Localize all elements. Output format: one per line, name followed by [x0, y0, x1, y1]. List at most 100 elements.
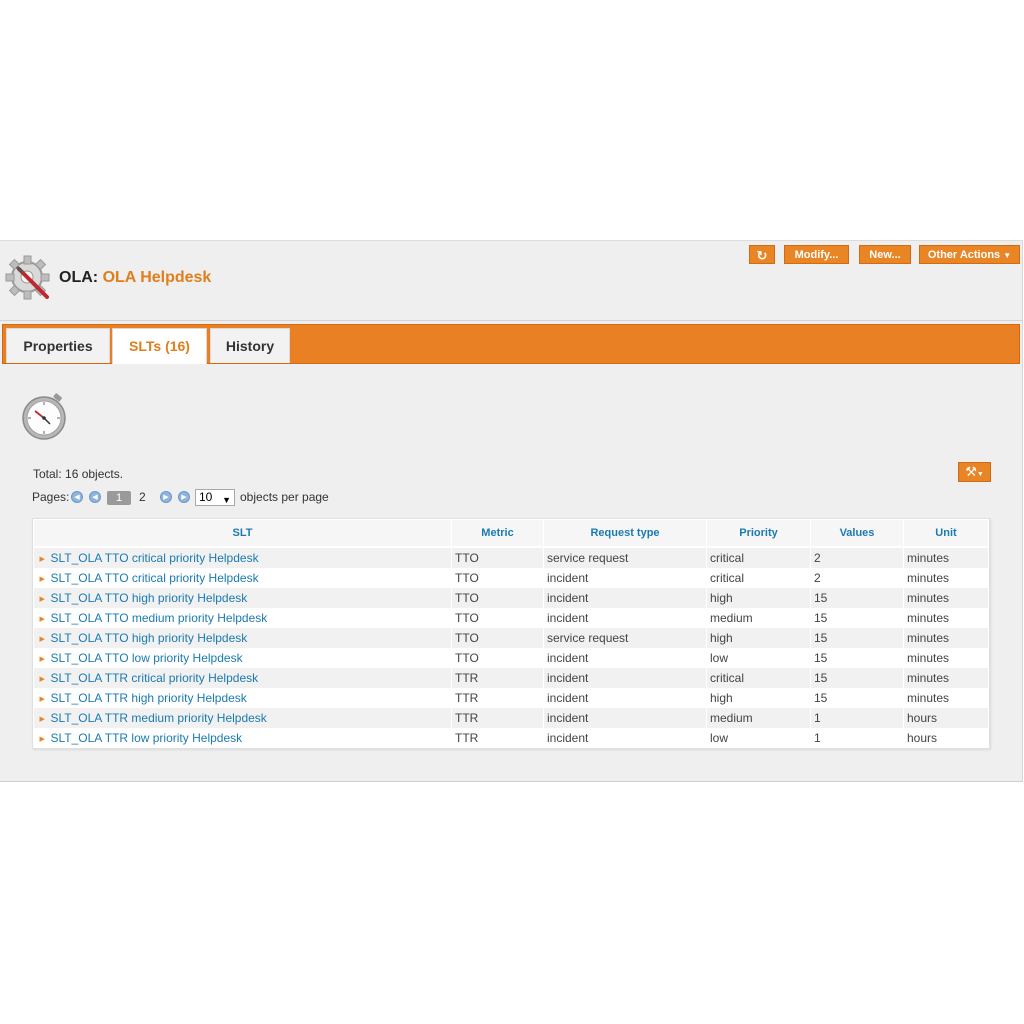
bullet-icon: ▶ — [39, 575, 45, 583]
refresh-button[interactable]: ↻ — [749, 245, 775, 264]
slt-link[interactable]: SLT_OLA TTO medium priority Helpdesk — [51, 611, 268, 625]
table-row: ▶ SLT_OLA TTR high priority Helpdesk TTR in… — [33, 688, 989, 708]
chevron-down-icon: ▼ — [976, 471, 984, 478]
metric-cell: TTR — [451, 708, 544, 728]
values-cell: 2 — [810, 547, 904, 568]
slt-cell: ▶ SLT_OLA TTO medium priority Helpdesk — [33, 608, 452, 628]
slt-link[interactable]: SLT_OLA TTO high priority Helpdesk — [51, 591, 248, 605]
table-row: ▶ SLT_OLA TTO high priority Helpdesk TTO se… — [33, 628, 989, 648]
values-cell: 15 — [810, 688, 904, 708]
slt-cell: ▶ SLT_OLA TTO high priority Helpdesk — [33, 588, 452, 608]
slt-table-container: SLT Metric Request type Priority Values … — [32, 518, 990, 749]
slt-link[interactable]: SLT_OLA TTR critical priority Helpdesk — [51, 671, 259, 685]
priority-cell: critical — [706, 668, 811, 688]
total-count: Total: 16 objects. — [33, 467, 124, 481]
new-button[interactable]: New... — [859, 245, 911, 264]
column-header-slt[interactable]: SLT — [33, 519, 452, 548]
slt-link[interactable]: SLT_OLA TTR low priority Helpdesk — [51, 731, 243, 745]
object-class-label: OLA: — [59, 269, 99, 286]
table-row: ▶ SLT_OLA TTO low priority Helpdesk TTO inc… — [33, 648, 989, 668]
previous-page-button[interactable]: ◀ — [89, 491, 101, 503]
metric-cell: TTO — [451, 648, 544, 668]
table-row: ▶ SLT_OLA TTR critical priority Helpdesk T… — [33, 668, 989, 688]
slt-cell: ▶ SLT_OLA TTR high priority Helpdesk — [33, 688, 452, 708]
slt-cell: ▶ SLT_OLA TTR medium priority Helpdesk — [33, 708, 452, 728]
priority-cell: medium — [706, 708, 811, 728]
column-header-priority[interactable]: Priority — [706, 519, 811, 548]
header-divider — [0, 320, 1022, 321]
unit-cell: minutes — [903, 568, 989, 588]
slt-cell: ▶ SLT_OLA TTO critical priority Helpdesk — [33, 547, 452, 568]
slt-table: SLT Metric Request type Priority Values … — [33, 519, 989, 748]
slt-cell: ▶ SLT_OLA TTO high priority Helpdesk — [33, 628, 452, 648]
tab-slts[interactable]: SLTs (16) — [112, 328, 207, 364]
refresh-icon: ↻ — [756, 248, 768, 263]
table-header-row: SLT Metric Request type Priority Values … — [33, 519, 989, 548]
slt-link[interactable]: SLT_OLA TTR medium priority Helpdesk — [51, 711, 267, 725]
request-type-cell: incident — [543, 708, 707, 728]
column-header-metric[interactable]: Metric — [451, 519, 544, 548]
metric-cell: TTO — [451, 588, 544, 608]
metric-cell: TTR — [451, 688, 544, 708]
per-page-select[interactable]: 10 ▼ — [195, 489, 235, 506]
next-page-button[interactable]: ▶ — [160, 491, 172, 503]
page-2-link[interactable]: 2 — [139, 490, 146, 504]
bullet-icon: ▶ — [39, 615, 45, 623]
column-header-values[interactable]: Values — [810, 519, 904, 548]
stopwatch-icon — [22, 393, 66, 440]
column-header-request-type[interactable]: Request type — [543, 519, 707, 548]
per-page-label: objects per page — [240, 490, 329, 504]
values-cell: 15 — [810, 628, 904, 648]
pagination: Pages: ◀ ◀ 1 2 ▶ ▶ 10 ▼ objects per page — [32, 489, 352, 507]
list-tools-button[interactable]: ⚒▼ — [958, 462, 991, 482]
unit-cell: minutes — [903, 688, 989, 708]
chevron-down-icon: ▼ — [1003, 251, 1012, 260]
values-cell: 1 — [810, 708, 904, 728]
request-type-cell: incident — [543, 688, 707, 708]
unit-cell: minutes — [903, 628, 989, 648]
slt-link[interactable]: SLT_OLA TTO critical priority Helpdesk — [51, 551, 259, 565]
slt-link[interactable]: SLT_OLA TTO low priority Helpdesk — [51, 651, 243, 665]
bullet-icon: ▶ — [39, 635, 45, 643]
details-panel: OLA: OLA Helpdesk ↻ Modify... New... Oth… — [0, 240, 1023, 782]
unit-cell: minutes — [903, 608, 989, 628]
modify-button[interactable]: Modify... — [784, 245, 849, 264]
request-type-cell: incident — [543, 568, 707, 588]
bullet-icon: ▶ — [39, 655, 45, 663]
slt-link[interactable]: SLT_OLA TTO high priority Helpdesk — [51, 631, 248, 645]
unit-cell: minutes — [903, 588, 989, 608]
slt-link[interactable]: SLT_OLA TTR high priority Helpdesk — [51, 691, 247, 705]
values-cell: 15 — [810, 608, 904, 628]
table-row: ▶ SLT_OLA TTO medium priority Helpdesk TTO… — [33, 608, 989, 628]
gear-wrench-icon — [5, 255, 50, 300]
tab-properties[interactable]: Properties — [6, 328, 110, 363]
priority-cell: high — [706, 628, 811, 648]
first-page-button[interactable]: ◀ — [71, 491, 83, 503]
metric-cell: TTR — [451, 668, 544, 688]
bullet-icon: ▶ — [39, 555, 45, 563]
metric-cell: TTO — [451, 628, 544, 648]
priority-cell: critical — [706, 547, 811, 568]
priority-cell: low — [706, 648, 811, 668]
priority-cell: high — [706, 588, 811, 608]
column-header-unit[interactable]: Unit — [903, 519, 989, 548]
slt-cell: ▶ SLT_OLA TTO low priority Helpdesk — [33, 648, 452, 668]
current-page: 1 — [107, 491, 131, 505]
request-type-cell: service request — [543, 547, 707, 568]
priority-cell: medium — [706, 608, 811, 628]
other-actions-button[interactable]: Other Actions ▼ — [919, 245, 1020, 264]
last-page-button[interactable]: ▶ — [178, 491, 190, 503]
bullet-icon: ▶ — [39, 675, 45, 683]
page-title: OLA: OLA Helpdesk — [59, 269, 211, 287]
metric-cell: TTO — [451, 547, 544, 568]
priority-cell: low — [706, 728, 811, 748]
metric-cell: TTO — [451, 568, 544, 588]
tab-history[interactable]: History — [210, 328, 290, 363]
metric-cell: TTR — [451, 728, 544, 748]
request-type-cell: service request — [543, 628, 707, 648]
bullet-icon: ▶ — [39, 715, 45, 723]
object-name: OLA Helpdesk — [102, 269, 212, 286]
table-row: ▶ SLT_OLA TTR medium priority Helpdesk TTR… — [33, 708, 989, 728]
table-row: ▶ SLT_OLA TTR low priority Helpdesk TTR inc… — [33, 728, 989, 748]
slt-link[interactable]: SLT_OLA TTO critical priority Helpdesk — [51, 571, 259, 585]
